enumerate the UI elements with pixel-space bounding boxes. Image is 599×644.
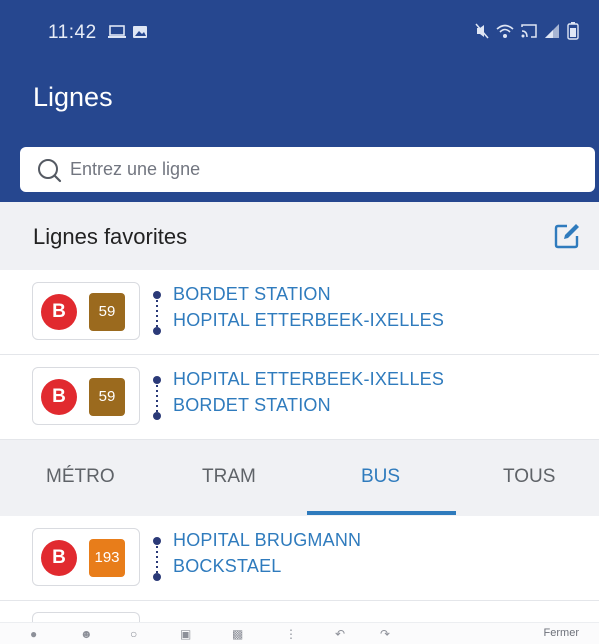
line-number-badge: 59 (89, 378, 125, 416)
route-line-icon (153, 291, 161, 335)
status-bar: 11:42 (0, 0, 599, 68)
line-badge: B 59 (32, 367, 140, 425)
redo-icon[interactable]: ↷ (380, 627, 390, 641)
route-destination: BOCKSTAEL (173, 556, 282, 576)
bus-mode-badge: B (41, 379, 77, 415)
more-icon[interactable]: ⋮ (285, 627, 297, 641)
status-time: 11:42 (48, 22, 97, 43)
line-badge: B 193 (32, 528, 140, 586)
bottom-toolbar: ● ☻ ○ ▣ ▩ ⋮ ↶ ↷ Fermer (0, 622, 599, 644)
favorites-header: Lignes favorites (0, 202, 599, 270)
app-bar: 11:42 Lignes Entrez une ligne (0, 0, 599, 202)
route-origin: BORDET STATION (173, 284, 331, 304)
favorites-title: Lignes favorites (33, 224, 188, 249)
lock-icon[interactable]: ● (30, 627, 37, 641)
close-button[interactable]: Fermer (544, 627, 579, 639)
battery-icon (567, 22, 579, 45)
route-line-icon (153, 537, 161, 581)
status-left-icons (108, 24, 148, 45)
signal-icon (544, 23, 560, 44)
tab-metro[interactable]: MÉTRO (46, 466, 115, 488)
page-title: Lignes (33, 82, 113, 112)
tab-all[interactable]: TOUS (503, 466, 555, 488)
favorite-line-row[interactable]: B 59 HOPITAL ETTERBEEK-IXELLES BORDET ST… (0, 355, 599, 440)
undo-icon[interactable]: ↶ (335, 627, 345, 641)
tab-tram[interactable]: TRAM (202, 466, 256, 488)
image-icon (132, 24, 148, 45)
route-origin: HOPITAL ETTERBEEK-IXELLES (173, 369, 445, 389)
route-origin: HOPITAL BRUGMANN (173, 530, 362, 550)
mute-icon (475, 23, 489, 44)
laptop-icon (108, 24, 126, 45)
route-destination: HOPITAL ETTERBEEK-IXELLES (173, 310, 445, 330)
status-right-icons (475, 22, 579, 45)
search-icon (38, 158, 62, 182)
wifi-icon (496, 23, 514, 44)
save-icon[interactable]: ▣ (180, 627, 191, 641)
line-number-badge: 59 (89, 293, 125, 331)
line-badge: B 59 (32, 282, 140, 340)
tab-bus[interactable]: BUS (361, 466, 400, 488)
search-input[interactable]: Entrez une ligne (20, 147, 595, 192)
route-destination: BORDET STATION (173, 395, 331, 415)
mode-tabs: MÉTRO TRAM BUS TOUS (0, 440, 599, 516)
calendar-icon[interactable]: ▩ (232, 627, 243, 641)
line-row[interactable]: B 193 HOPITAL BRUGMANN BOCKSTAEL (0, 516, 599, 601)
line-number-badge: 193 (89, 539, 125, 577)
active-tab-indicator (307, 511, 456, 515)
circle-icon[interactable]: ○ (130, 627, 137, 641)
cast-icon (521, 23, 537, 44)
search-placeholder: Entrez une ligne (70, 159, 201, 179)
person-icon[interactable]: ☻ (80, 627, 93, 641)
bus-mode-badge: B (41, 540, 77, 576)
route-line-icon (153, 376, 161, 420)
edit-icon[interactable] (553, 222, 581, 250)
bus-mode-badge: B (41, 294, 77, 330)
favorite-line-row[interactable]: B 59 BORDET STATION HOPITAL ETTERBEEK-IX… (0, 270, 599, 355)
